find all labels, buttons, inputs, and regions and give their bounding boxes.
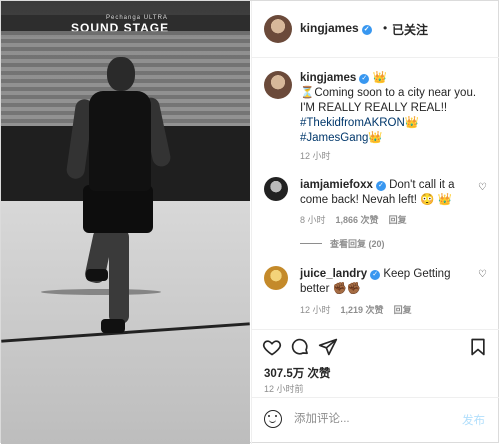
caption-timestamp[interactable]: 12 小时 <box>300 149 331 162</box>
crown-emoji: 👑 <box>368 132 383 144</box>
hashtag-jamesgang[interactable]: #JamesGang <box>300 132 368 144</box>
comment-bubble-icon[interactable] <box>290 337 310 362</box>
post-sidebar: kingjames ✓ • 已关注 kingjames ✓ 👑 ⏳Coming so… <box>251 1 499 444</box>
verified-icon: ✓ <box>361 25 372 35</box>
comment-avatar[interactable] <box>264 177 288 201</box>
player-shoe-right <box>101 319 125 333</box>
player-shoe-left <box>86 269 108 281</box>
post-comment-button[interactable]: 发布 <box>462 412 485 428</box>
comment-time[interactable]: 8 小时 <box>300 215 326 225</box>
caption-avatar[interactable] <box>264 71 292 99</box>
verified-icon: ✓ <box>370 270 381 280</box>
comment: juice_landry ✓ Keep Getting better ✊🏾✊🏾 <box>300 267 475 297</box>
header-username[interactable]: kingjames ✓ <box>300 21 372 35</box>
caption-text: ⏳Coming soon to a city near you. I'M REA… <box>300 87 477 114</box>
comment-username[interactable]: iamjamiefoxx <box>300 179 373 191</box>
like-heart-icon[interactable] <box>262 337 282 362</box>
header-separator: • <box>383 21 388 35</box>
player-shadow <box>41 289 161 295</box>
caption-username[interactable]: kingjames <box>300 72 356 84</box>
crown-emoji: 👑 <box>372 72 387 84</box>
comment-like-heart-icon[interactable]: ♡ <box>478 269 487 280</box>
comment-reply-button[interactable]: 回复 <box>389 215 407 225</box>
hashtag-thekidfromakron[interactable]: #ThekidfromAKRON <box>300 117 405 129</box>
instagram-post: Pechanga ULTRA SOUND STAGE kingjames ✓ • … <box>0 0 499 444</box>
comment-meta: 12 小时 1,219 次赞 回复 <box>300 303 412 316</box>
comment-reply-button[interactable]: 回复 <box>394 305 412 315</box>
comment-username[interactable]: juice_landry <box>300 268 367 280</box>
post-photo[interactable]: Pechanga ULTRA SOUND STAGE <box>1 1 250 444</box>
post-timestamp[interactable]: 12 小时前 <box>264 382 304 395</box>
follow-button[interactable]: 已关注 <box>392 21 428 38</box>
player-torso <box>89 91 151 191</box>
post-like-count[interactable]: 307.5万 次赞 <box>264 365 330 381</box>
comment-likes[interactable]: 1,219 次赞 <box>341 305 384 315</box>
bookmark-icon[interactable] <box>468 337 488 362</box>
comment-likes[interactable]: 1,866 次赞 <box>336 215 379 225</box>
replies-divider <box>300 243 322 244</box>
comment-avatar[interactable] <box>264 266 288 290</box>
player-shorts <box>83 185 153 233</box>
avatar[interactable] <box>264 15 292 43</box>
player-head <box>107 57 135 91</box>
verified-icon: ✓ <box>359 74 370 84</box>
comment-meta: 8 小时 1,866 次赞 回复 <box>300 213 407 226</box>
post-header: kingjames ✓ • 已关注 <box>252 1 499 58</box>
view-replies-button[interactable]: 查看回复 (20) <box>300 237 385 250</box>
caption: kingjames ✓ 👑 ⏳Coming soon to a city near… <box>300 71 490 146</box>
crown-emoji: 👑 <box>404 117 420 129</box>
comment-time[interactable]: 12 小时 <box>300 305 331 315</box>
share-send-icon[interactable] <box>318 337 338 362</box>
comment-input[interactable] <box>292 412 446 426</box>
player-leg-right <box>109 229 129 324</box>
emoji-icon[interactable] <box>264 410 282 428</box>
comment: iamjamiefoxx ✓ Don't call it a come back!… <box>300 178 475 208</box>
verified-icon: ✓ <box>375 181 386 191</box>
comment-like-heart-icon[interactable]: ♡ <box>478 182 487 193</box>
